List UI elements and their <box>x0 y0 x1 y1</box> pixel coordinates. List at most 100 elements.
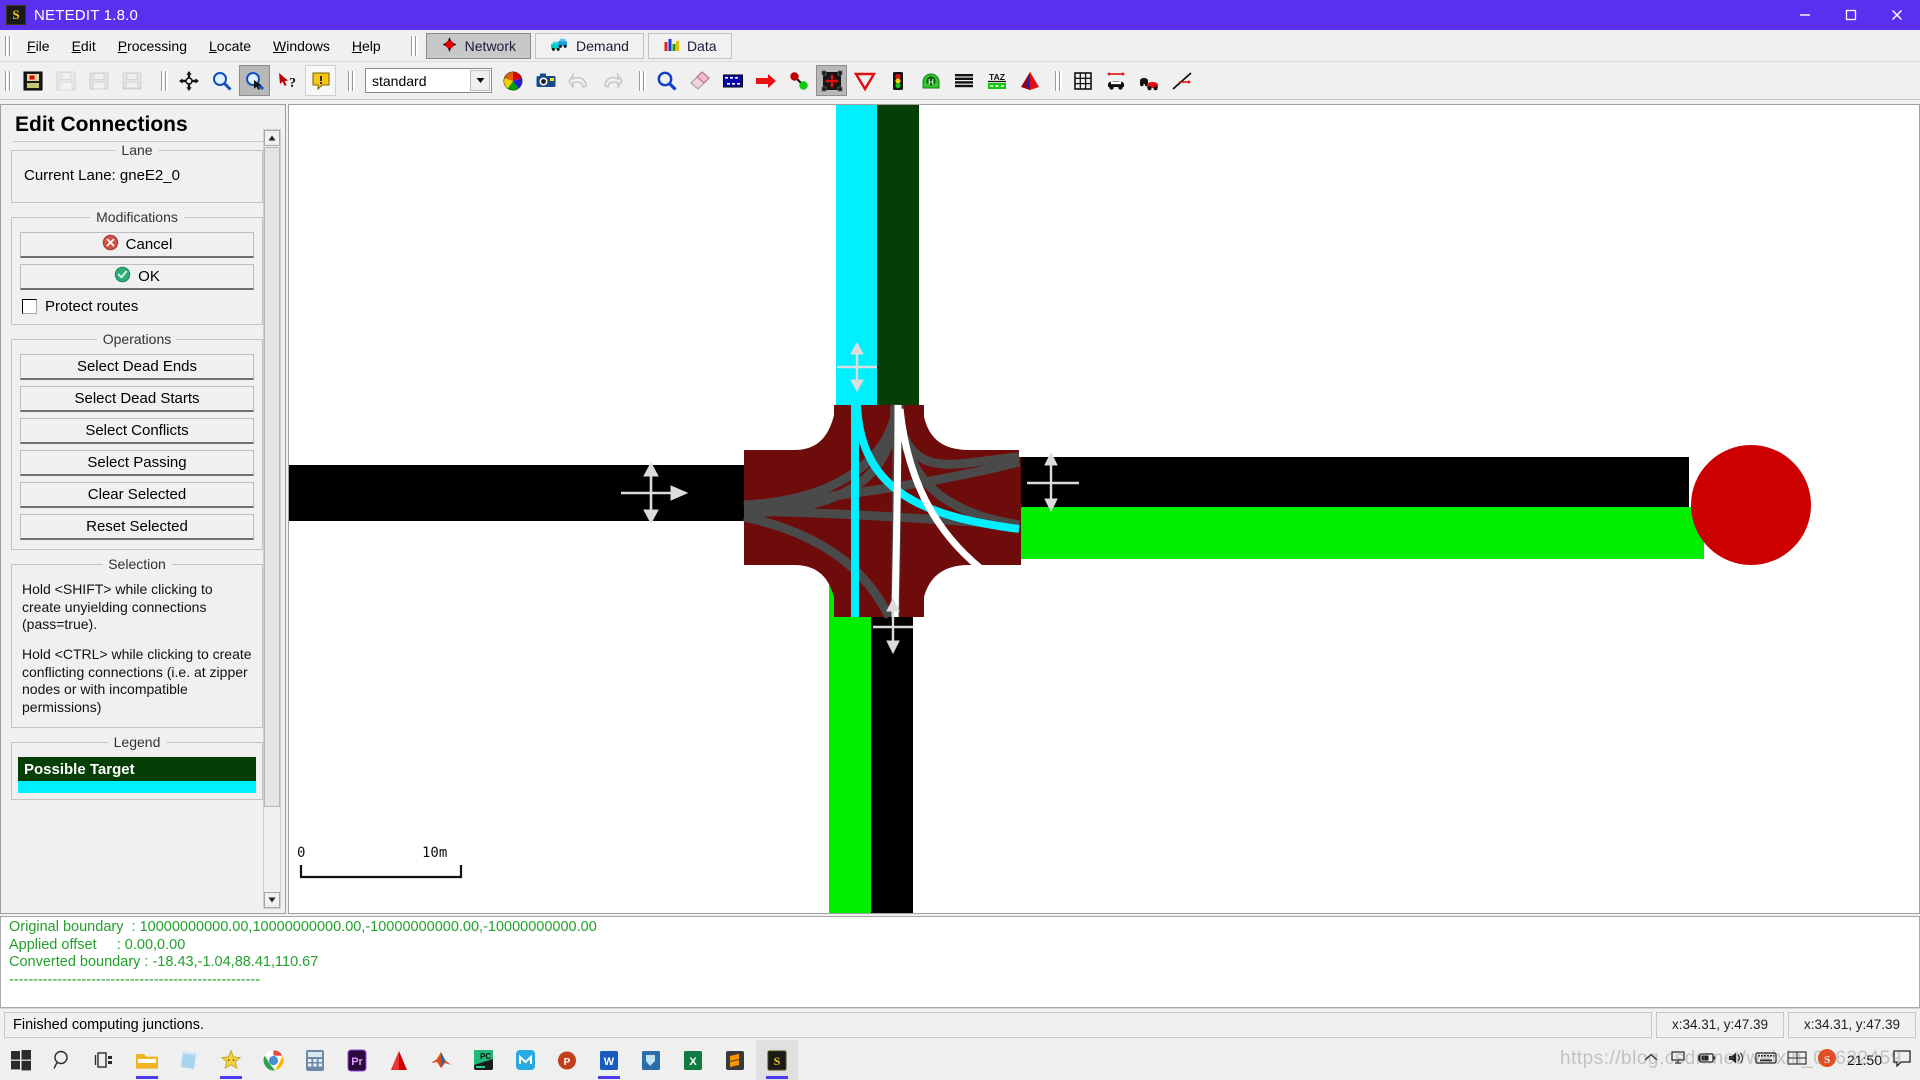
select-dead-starts-button[interactable]: Select Dead Starts <box>20 386 254 412</box>
reset-selected-button[interactable]: Reset Selected <box>20 514 254 540</box>
protect-routes-row[interactable]: Protect routes <box>20 298 254 315</box>
select-mode-icon[interactable] <box>717 65 748 96</box>
show-demand-elements-icon[interactable] <box>1133 65 1164 96</box>
open-network-icon[interactable] <box>50 65 81 96</box>
maximize-button[interactable] <box>1828 0 1874 30</box>
network-icon[interactable] <box>1669 1050 1687 1071</box>
file-toolbar-grip[interactable] <box>4 69 12 93</box>
select-dead-ends-button[interactable]: Select Dead Ends <box>20 354 254 380</box>
close-button[interactable] <box>1874 0 1920 30</box>
grid-toggle-icon[interactable] <box>1067 65 1098 96</box>
message-area[interactable]: Original boundary : 10000000000.00,10000… <box>0 916 1920 1008</box>
select-lanes-icon[interactable] <box>1166 65 1197 96</box>
recenter-view-icon[interactable] <box>173 65 204 96</box>
menu-drag-grip[interactable] <box>4 34 12 58</box>
color-scheme-combo[interactable]: standard <box>365 68 492 93</box>
volume-icon[interactable] <box>1727 1050 1745 1071</box>
undo-icon[interactable] <box>563 65 594 96</box>
menu-edit[interactable]: Edit <box>61 34 107 58</box>
tab-demand[interactable]: Demand <box>535 33 644 59</box>
menu-file[interactable]: FFileile <box>16 34 61 58</box>
svg-text:X: X <box>689 1056 697 1068</box>
taskbar-netedit[interactable]: S <box>756 1040 798 1080</box>
traffic-light-mode-icon[interactable] <box>882 65 913 96</box>
taskbar-file-explorer[interactable] <box>126 1040 168 1080</box>
extra-toolbar-grip[interactable] <box>1054 69 1062 93</box>
taskbar-sublime[interactable] <box>714 1040 756 1080</box>
scroll-up-arrow-icon[interactable] <box>264 130 280 146</box>
select-passing-button[interactable]: Select Passing <box>20 450 254 476</box>
draw-junction-shape-icon[interactable] <box>1100 65 1131 96</box>
color-wheel-icon[interactable] <box>497 65 528 96</box>
chevron-up-icon[interactable] <box>1643 1051 1659 1070</box>
redo-icon[interactable] <box>596 65 627 96</box>
tab-network[interactable]: Network <box>426 33 531 59</box>
taskbar-acrobat[interactable] <box>378 1040 420 1080</box>
move-mode-icon[interactable] <box>750 65 781 96</box>
supermode-drag-grip[interactable] <box>410 34 418 58</box>
taskbar-word[interactable]: W <box>588 1040 630 1080</box>
scheme-toolbar-grip[interactable] <box>347 69 355 93</box>
select-conflicts-button[interactable]: Select Conflicts <box>20 418 254 444</box>
taskbar-excel[interactable]: X <box>672 1040 714 1080</box>
edit-connections-panel: Edit Connections Lane Current Lane: gneE… <box>0 104 286 914</box>
sogou-icon[interactable]: S <box>1817 1048 1837 1073</box>
taskbar-sticky-notes[interactable] <box>210 1040 252 1080</box>
tab-data[interactable]: Data <box>648 33 732 59</box>
task-view-button[interactable] <box>84 1040 126 1080</box>
cancel-button[interactable]: Cancel <box>20 232 254 258</box>
keyboard-icon[interactable] <box>1755 1051 1777 1070</box>
zoom-style-icon[interactable] <box>206 65 237 96</box>
save-network-icon[interactable] <box>83 65 114 96</box>
shape-mode-icon[interactable] <box>1014 65 1045 96</box>
delete-mode-icon[interactable] <box>684 65 715 96</box>
menu-processing[interactable]: Processing <box>107 34 198 58</box>
edit-viewport-icon[interactable] <box>239 65 270 96</box>
selection-hint-ctrl: Hold <CTRL> while clicking to create con… <box>22 646 254 717</box>
search-button[interactable] <box>42 1040 84 1080</box>
taskbar-pycharm[interactable]: PC <box>462 1040 504 1080</box>
minimize-button[interactable] <box>1782 0 1828 30</box>
view-toolbar-grip[interactable] <box>160 69 168 93</box>
taskbar-chrome[interactable] <box>252 1040 294 1080</box>
ime-icon[interactable] <box>1787 1050 1807 1071</box>
taskbar-premiere[interactable]: Pr <box>336 1040 378 1080</box>
taz-mode-icon[interactable]: TAZ <box>981 65 1012 96</box>
clear-selected-button[interactable]: Clear Selected <box>20 482 254 508</box>
start-button[interactable] <box>0 1040 42 1080</box>
warning-icon[interactable] <box>305 65 336 96</box>
additional-mode-icon[interactable]: H <box>915 65 946 96</box>
taskbar-clock[interactable]: 21:50 <box>1847 1052 1882 1068</box>
taskbar-mendeley[interactable] <box>504 1040 546 1080</box>
prohibition-mode-icon[interactable] <box>849 65 880 96</box>
new-network-icon[interactable] <box>17 65 48 96</box>
panel-scrollbar[interactable] <box>263 129 281 909</box>
mode-toolbar-grip[interactable] <box>638 69 646 93</box>
chevron-down-icon[interactable] <box>470 70 490 91</box>
taskbar-calculator[interactable] <box>294 1040 336 1080</box>
connection-mode-icon[interactable] <box>816 65 847 96</box>
scroll-down-arrow-icon[interactable] <box>264 892 280 908</box>
menu-locate[interactable]: Locate <box>198 34 262 58</box>
inspect-mode-icon[interactable] <box>651 65 682 96</box>
scrollbar-thumb[interactable] <box>264 147 280 807</box>
create-edge-mode-icon[interactable] <box>783 65 814 96</box>
help-cursor-icon[interactable]: ? <box>272 65 303 96</box>
menu-windows[interactable]: Windows <box>262 34 341 58</box>
ok-button[interactable]: OK <box>20 264 254 290</box>
notification-icon[interactable] <box>1892 1049 1912 1072</box>
taskbar-powerpoint-alt[interactable]: P <box>546 1040 588 1080</box>
snapshot-camera-icon[interactable] <box>530 65 561 96</box>
ok-icon <box>114 266 131 287</box>
lane-group: Lane Current Lane: gneE2_0 <box>11 150 263 203</box>
crossing-mode-icon[interactable] <box>948 65 979 96</box>
menu-help[interactable]: Help <box>341 34 392 58</box>
taskbar-onenote[interactable] <box>168 1040 210 1080</box>
network-canvas[interactable]: 0 10m <box>288 104 1920 914</box>
battery-icon[interactable] <box>1697 1051 1717 1070</box>
taskbar-matlab[interactable] <box>420 1040 462 1080</box>
network-view[interactable]: 0 10m <box>289 105 1920 914</box>
save-network-as-icon[interactable] <box>116 65 147 96</box>
protect-routes-checkbox[interactable] <box>22 299 37 314</box>
taskbar-visio[interactable] <box>630 1040 672 1080</box>
